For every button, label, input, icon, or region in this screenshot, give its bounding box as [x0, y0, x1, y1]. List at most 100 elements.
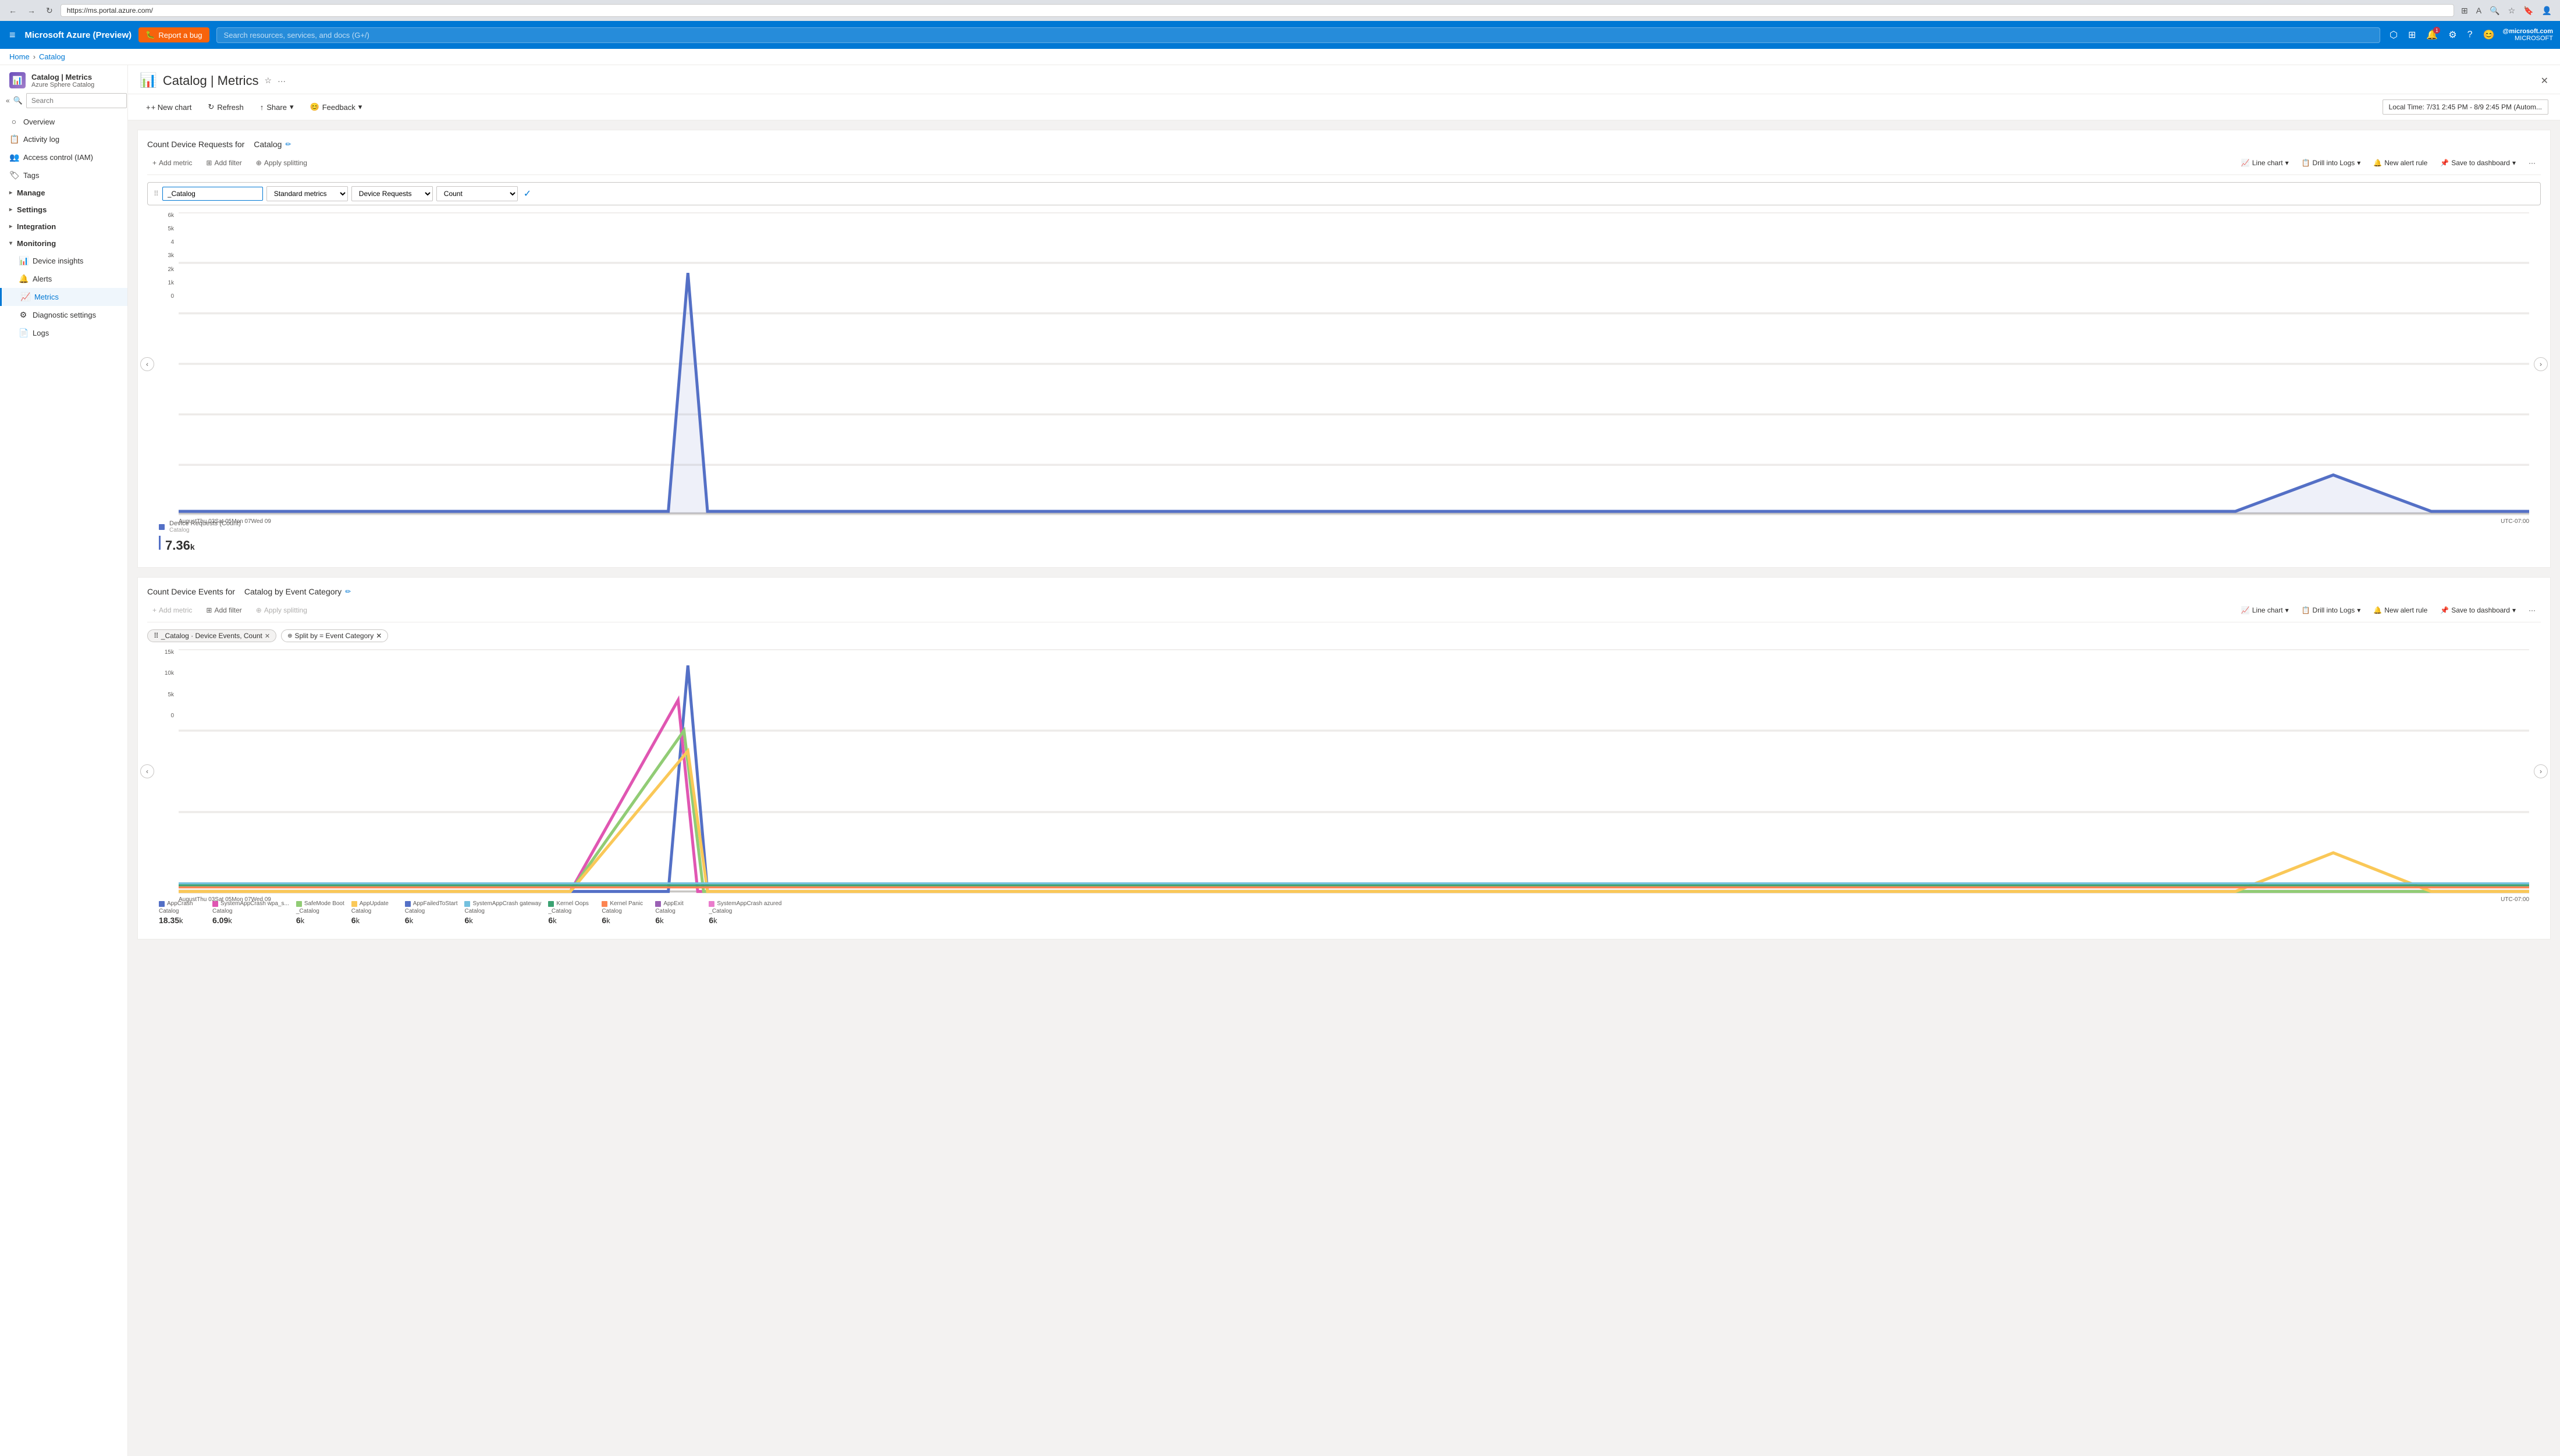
chart2-nav-right[interactable]: ›: [2534, 764, 2548, 778]
collapse-sidebar-btn[interactable]: «: [6, 97, 10, 105]
user-profile[interactable]: @microsoft.com MICROSOFT: [2502, 28, 2553, 42]
sidebar-item-logs[interactable]: 📄 Logs: [0, 324, 127, 342]
cloud-shell-icon[interactable]: ⬡: [2387, 27, 2400, 43]
chart2-more-btn[interactable]: ···: [2523, 603, 2541, 617]
chart1-more-btn[interactable]: ···: [2523, 156, 2541, 170]
breadcrumb-catalog[interactable]: Catalog: [39, 52, 65, 61]
chart2-title: Count Device Events for Catalog by Event…: [147, 587, 2541, 596]
drag-handle[interactable]: ⠿: [154, 190, 159, 198]
chart2-container: Count Device Events for Catalog by Event…: [137, 577, 2551, 939]
sidebar-search-area: « 🔍: [6, 93, 122, 108]
settings-icon[interactable]: ⚙: [2446, 27, 2459, 43]
legend-val-6: 6k: [548, 916, 556, 925]
chart1-save-dashboard-btn[interactable]: 📌 Save to dashboard ▾: [2435, 156, 2521, 170]
chart1-confirm-icon[interactable]: ✓: [524, 188, 531, 200]
chart1-add-metric-btn[interactable]: + Add metric: [147, 156, 197, 170]
chart1-line-chart-btn[interactable]: 📈 Line chart ▾: [2236, 156, 2294, 170]
search-icon: 🔍: [13, 96, 23, 105]
new-chart-button[interactable]: + + New chart: [140, 99, 198, 115]
metrics-area: Count Device Requests for Catalog ✏ + Ad…: [128, 120, 2560, 1456]
sidebar-item-iam[interactable]: 👥 Access control (IAM): [0, 148, 127, 166]
metrics-icon: 📈: [20, 292, 30, 302]
report-bug-button[interactable]: 🐛 Report a bug: [138, 27, 209, 42]
chart2-save-dashboard-btn[interactable]: 📌 Save to dashboard ▾: [2435, 603, 2521, 617]
scope-tag-close[interactable]: ✕: [265, 632, 270, 640]
sidebar-section-settings[interactable]: ▸ Settings: [0, 201, 127, 218]
chart2-split-tag[interactable]: ⊕ Split by = Event Category ✕: [281, 629, 388, 642]
zoom-icon[interactable]: 🔍: [2487, 5, 2502, 17]
legend-k-1: k: [190, 542, 195, 551]
chart1-metric-select[interactable]: Device Requests: [351, 186, 433, 201]
help-icon[interactable]: ?: [2465, 27, 2475, 42]
chart1-add-filter-btn[interactable]: ⊞ Add filter: [201, 156, 247, 170]
resource-icon: 📊: [9, 72, 26, 88]
chart1-nav-right[interactable]: ›: [2534, 357, 2548, 371]
share-button[interactable]: ↑ Share ▾: [254, 99, 300, 115]
chart2-drill-logs-btn[interactable]: 📋 Drill into Logs ▾: [2296, 603, 2366, 617]
feedback-nav-icon[interactable]: 😊: [2481, 27, 2497, 43]
sidebar-section-manage[interactable]: ▸ Manage: [0, 184, 127, 201]
profile-icon[interactable]: 👤: [2540, 5, 2554, 17]
legend-val-5: 6k: [464, 916, 472, 925]
legend-sub-5: Catalog: [464, 908, 484, 914]
close-page-button[interactable]: ✕: [2541, 75, 2548, 87]
feedback-button[interactable]: 😊 Feedback ▾: [304, 99, 369, 115]
global-search[interactable]: [216, 27, 2380, 43]
chart2-edit-icon[interactable]: ✏: [345, 588, 351, 596]
drill-icon: 📋: [2302, 159, 2310, 167]
sidebar-item-activity-log[interactable]: 📋 Activity log: [0, 130, 127, 148]
breadcrumb-home[interactable]: Home: [9, 52, 30, 61]
hamburger-menu[interactable]: ≡: [7, 27, 18, 44]
alerts-icon: 🔔: [19, 274, 28, 284]
chart2-apply-splitting-btn[interactable]: ⊕ Apply splitting: [251, 603, 312, 617]
refresh-button[interactable]: ↻ Refresh: [201, 99, 250, 115]
chart2-alert-rule-btn[interactable]: 🔔 New alert rule: [2368, 603, 2433, 617]
time-range-button[interactable]: Local Time: 7/31 2:45 PM - 8/9 2:45 PM (…: [2383, 99, 2548, 115]
chart1-scope-input[interactable]: [162, 187, 263, 201]
sidebar-section-monitoring[interactable]: ▾ Monitoring: [0, 235, 127, 252]
sidebar-item-device-insights[interactable]: 📊 Device insights: [0, 252, 127, 270]
chart1-nav-left[interactable]: ‹: [140, 357, 154, 371]
directory-icon[interactable]: ⊞: [2406, 27, 2418, 43]
sidebar-search-input[interactable]: [26, 93, 127, 108]
chart1-namespace-select[interactable]: Standard metrics: [266, 186, 348, 201]
font-size-icon[interactable]: A: [2474, 5, 2484, 16]
feedback-icon: 😊: [310, 102, 319, 112]
filter-icon2: ⊞: [206, 606, 212, 614]
back-button[interactable]: ←: [6, 5, 20, 16]
y-label-5k: 5k: [159, 226, 174, 232]
y-label-6k: 6k: [159, 212, 174, 219]
favorites-icon[interactable]: ☆: [2506, 5, 2518, 17]
sidebar-item-tags[interactable]: 🏷 Tags: [0, 166, 127, 184]
chart2-scope-tag[interactable]: ⠿ _Catalog · Device Events, Count ✕: [147, 629, 276, 642]
refresh-button[interactable]: ↻: [43, 5, 56, 17]
sidebar-item-overview[interactable]: ○ Overview: [0, 113, 127, 130]
sidebar-item-diagnostic-settings[interactable]: ⚙ Diagnostic settings: [0, 306, 127, 324]
more-options-icon[interactable]: ···: [278, 76, 286, 86]
legend-sub-6: _Catalog: [548, 908, 571, 914]
bookmark-icon[interactable]: 🔖: [2521, 5, 2536, 17]
sidebar-section-integration[interactable]: ▸ Integration: [0, 218, 127, 235]
chart1-alert-rule-btn[interactable]: 🔔 New alert rule: [2368, 156, 2433, 170]
chart1-y-axis: 6k 5k 4 3k 2k 1k 0: [159, 212, 176, 300]
chart2-add-metric-btn[interactable]: + Add metric: [147, 603, 197, 617]
sidebar-item-alerts[interactable]: 🔔 Alerts: [0, 270, 127, 288]
extensions-icon[interactable]: ⊞: [2459, 5, 2470, 17]
y-label-3k: 3k: [159, 252, 174, 259]
favorite-icon[interactable]: ☆: [265, 76, 272, 86]
chart1-aggregation-select[interactable]: Count: [436, 186, 518, 201]
notifications-icon[interactable]: 🔔 1: [2424, 27, 2440, 43]
chart1-apply-splitting-btn[interactable]: ⊕ Apply splitting: [251, 156, 312, 170]
chart2-line-chart-btn[interactable]: 📈 Line chart ▾: [2236, 603, 2294, 617]
address-bar[interactable]: [61, 4, 2454, 17]
integration-chevron: ▸: [9, 223, 12, 230]
chart2-nav-left[interactable]: ‹: [140, 764, 154, 778]
iam-icon: 👥: [9, 152, 19, 162]
chart2-add-filter-btn[interactable]: ⊞ Add filter: [201, 603, 247, 617]
forward-button[interactable]: →: [24, 5, 38, 16]
legend-color-1: [159, 524, 165, 530]
chart1-edit-icon[interactable]: ✏: [285, 140, 291, 148]
chart1-drill-logs-btn[interactable]: 📋 Drill into Logs ▾: [2296, 156, 2366, 170]
sidebar-item-metrics[interactable]: 📈 Metrics: [0, 288, 127, 306]
split-tag-close[interactable]: ✕: [376, 632, 382, 640]
